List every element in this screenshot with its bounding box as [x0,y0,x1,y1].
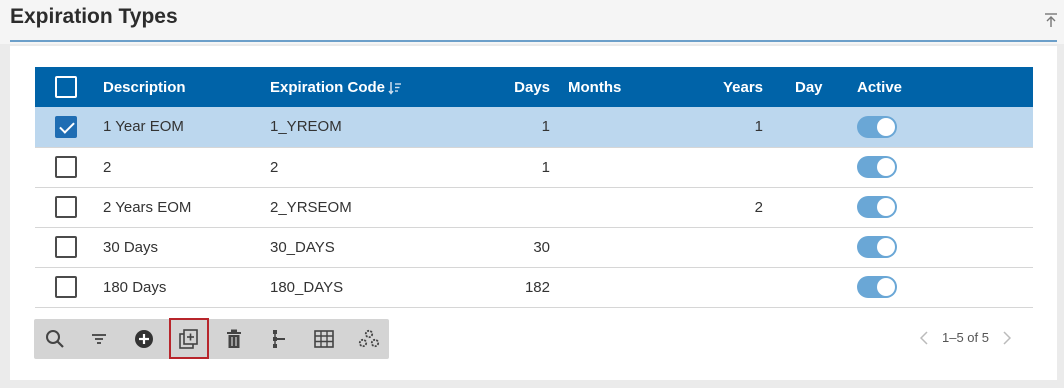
copy-add-button[interactable] [169,318,209,359]
row-checkbox[interactable] [55,156,77,178]
table-row[interactable]: 2 Years EOM 2_YRSEOM 2 [35,187,1033,228]
grid-view-button[interactable] [305,319,343,359]
cell-months [550,267,660,308]
settings-button[interactable] [350,319,388,359]
sort-icon[interactable] [388,81,402,95]
cell-days: 1 [453,107,550,148]
cell-days: 182 [453,267,550,308]
cell-day [763,187,849,228]
table-header-row: Description Expiration Code Days Months … [35,67,1033,107]
expiration-types-panel: Expiration Types Description Expiration … [0,0,1064,388]
cell-active [849,147,1033,188]
column-header-months[interactable]: Months [550,67,660,107]
cell-day [763,107,849,148]
expiration-types-table: Description Expiration Code Days Months … [35,67,1033,308]
select-all-cell [35,67,103,107]
cell-days: 30 [453,227,550,268]
cell-years [660,267,763,308]
cell-code: 180_DAYS [270,267,453,308]
row-check-cell [35,227,103,268]
row-check-cell [35,187,103,228]
cell-months [550,187,660,228]
cell-active [849,227,1033,268]
select-all-checkbox[interactable] [55,76,77,98]
grid-icon [314,330,334,348]
filter-button[interactable] [80,319,118,359]
row-check-cell [35,107,103,148]
cell-active [849,107,1033,148]
collapse-up-icon[interactable] [1044,12,1058,28]
column-header-active[interactable]: Active [849,67,1033,107]
active-toggle[interactable] [857,236,897,258]
trash-icon [227,329,241,348]
grid-toolbar [34,318,389,359]
cell-code: 30_DAYS [270,227,453,268]
cell-day [763,147,849,188]
cell-description: 2 [103,147,270,188]
column-header-expiration-code[interactable]: Expiration Code [270,67,453,107]
column-header-years[interactable]: Years [660,67,763,107]
row-checkbox[interactable] [55,115,77,138]
cell-days [453,187,550,228]
cell-months [550,147,660,188]
column-header-days[interactable]: Days [453,67,550,107]
cell-day [763,267,849,308]
add-button[interactable] [125,319,163,359]
row-checkbox[interactable] [55,196,77,218]
row-check-cell [35,267,103,308]
cell-code: 2_YRSEOM [270,187,453,228]
title-underline [10,40,1057,42]
table-row[interactable]: 2 2 1 [35,147,1033,188]
table-row[interactable]: 180 Days 180_DAYS 182 [35,267,1033,308]
row-checkbox[interactable] [55,276,77,298]
cell-years [660,227,763,268]
cell-months [550,107,660,148]
active-toggle[interactable] [857,276,897,298]
cell-code: 2 [270,147,453,188]
chevron-right-icon[interactable] [1003,330,1011,345]
cell-active [849,267,1033,308]
search-icon [46,330,64,348]
chevron-left-icon[interactable] [920,330,928,345]
tree-icon [273,330,285,348]
cell-description: 30 Days [103,227,270,268]
row-checkbox[interactable] [55,236,77,258]
page-title: Expiration Types [10,5,178,28]
column-header-label: Expiration Code [270,78,386,96]
cell-months [550,227,660,268]
add-circle-icon [135,330,153,348]
cell-years: 1 [660,107,763,148]
panel-header: Expiration Types [0,0,1064,44]
cell-description: 2 Years EOM [103,187,270,228]
column-header-day[interactable]: Day [763,67,849,107]
grid-card: Description Expiration Code Days Months … [10,46,1057,380]
table-row[interactable]: 1 Year EOM 1_YREOM 1 1 [35,107,1033,148]
row-check-cell [35,147,103,188]
page-range: 1–5 of 5 [942,330,989,345]
active-toggle[interactable] [857,156,897,178]
cell-days: 1 [453,147,550,188]
filter-icon [92,334,106,344]
active-toggle[interactable] [857,196,897,218]
cell-years: 2 [660,187,763,228]
hierarchy-button[interactable] [260,319,298,359]
search-button[interactable] [36,319,74,359]
cell-description: 1 Year EOM [103,107,270,148]
table-row[interactable]: 30 Days 30_DAYS 30 [35,227,1033,268]
delete-button[interactable] [215,319,253,359]
copy-add-icon [179,328,198,349]
cell-years [660,147,763,188]
cell-code: 1_YREOM [270,107,453,148]
cell-active [849,187,1033,228]
active-toggle[interactable] [857,115,897,138]
pagination: 1–5 of 5 [920,330,1011,345]
cell-day [763,227,849,268]
column-header-description[interactable]: Description [103,67,270,107]
cell-description: 180 Days [103,267,270,308]
settings-icon [358,329,380,348]
